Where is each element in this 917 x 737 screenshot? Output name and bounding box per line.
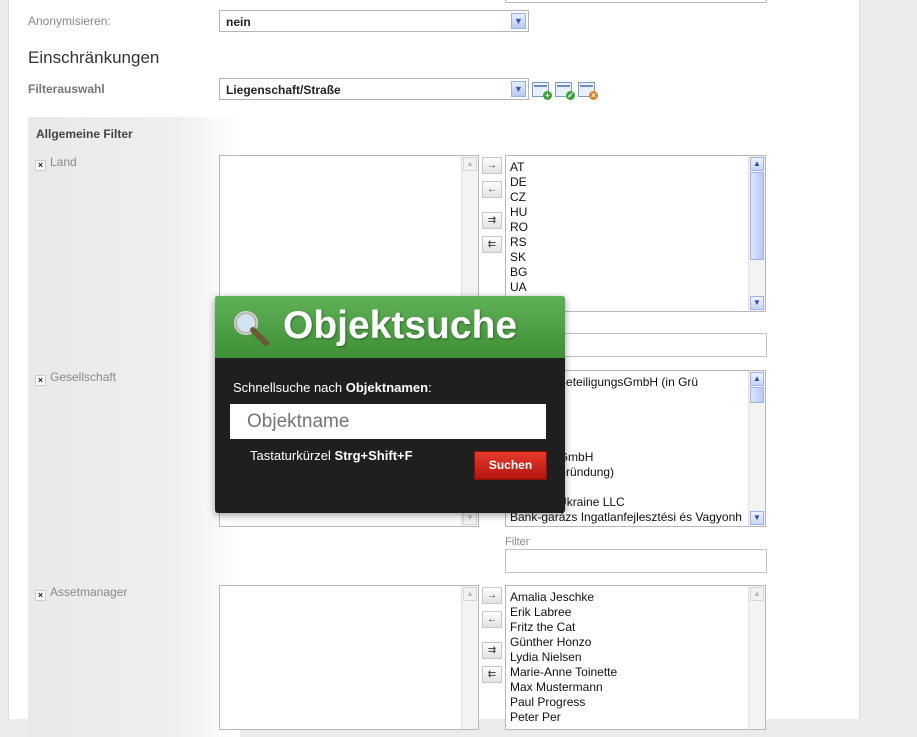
land-remove-button[interactable]: ← bbox=[482, 181, 502, 198]
scroll-down-icon[interactable]: ▼ bbox=[463, 511, 477, 525]
section-title: Einschränkungen bbox=[28, 48, 160, 67]
list-item[interactable]: Erik Labree bbox=[510, 605, 747, 620]
chevron-down-icon[interactable]: ▼ bbox=[511, 13, 526, 29]
shortcut-prefix: Tastaturkürzel bbox=[250, 448, 335, 463]
list-item[interactable]: RS bbox=[510, 235, 747, 250]
list-item[interactable]: SK bbox=[510, 250, 747, 265]
land-label: Land bbox=[50, 155, 77, 169]
assetmanager-remove-all-button[interactable]: ⇇ bbox=[482, 666, 502, 683]
object-search-dialog: Objektsuche Schnellsuche nach Objektname… bbox=[215, 296, 565, 513]
scroll-up-icon[interactable]: ▲ bbox=[463, 157, 477, 171]
list-item[interactable]: Max Mustermann bbox=[510, 680, 747, 695]
list-item[interactable]: Lydia Nielsen bbox=[510, 650, 747, 665]
previous-field-input[interactable] bbox=[505, 0, 767, 3]
dialog-title: Objektsuche bbox=[283, 304, 518, 347]
anonymize-select[interactable]: nein ▼ bbox=[219, 10, 529, 32]
assetmanager-remove-button[interactable]: ← bbox=[482, 611, 502, 628]
save-filter-icon[interactable]: ✓ bbox=[555, 82, 575, 100]
shortcut-keys: Strg+Shift+F bbox=[334, 448, 413, 463]
list-item[interactable]: Marie-Anne Toinette bbox=[510, 665, 747, 680]
list-item[interactable]: Fritz the Cat bbox=[510, 620, 747, 635]
general-filter-title: Allgemeine Filter bbox=[36, 127, 133, 141]
scrollbar[interactable]: ▲ bbox=[748, 586, 765, 729]
gesellschaft-filter-input[interactable] bbox=[505, 549, 767, 573]
assetmanager-label: Assetmanager bbox=[50, 585, 128, 599]
filter-select-label: Filterauswahl bbox=[28, 82, 105, 96]
magnifier-icon bbox=[234, 311, 269, 346]
scroll-up-icon[interactable]: ▲ bbox=[750, 587, 764, 601]
list-item[interactable]: RO bbox=[510, 220, 747, 235]
land-add-button[interactable]: → bbox=[482, 157, 502, 174]
gesellschaft-filter-label: Filter bbox=[505, 536, 530, 548]
description-suffix: : bbox=[428, 380, 432, 395]
dialog-header: Objektsuche bbox=[215, 296, 565, 358]
remove-filter-assetmanager-icon[interactable]: × bbox=[35, 590, 46, 601]
general-filter-panel bbox=[28, 117, 240, 737]
assetmanager-add-button[interactable]: → bbox=[482, 587, 502, 604]
dialog-description: Schnellsuche nach Objektnamen: bbox=[233, 380, 432, 395]
remove-filter-land-icon[interactable]: × bbox=[35, 160, 46, 171]
list-item[interactable]: CZ bbox=[510, 190, 747, 205]
land-available-list[interactable]: AT DE CZ HU RO RS SK BG UA ▲ ▼ bbox=[505, 155, 766, 312]
scrollbar[interactable]: ▲ bbox=[461, 586, 478, 729]
scroll-down-icon[interactable]: ▼ bbox=[750, 511, 764, 525]
list-item[interactable]: Günther Honzo bbox=[510, 635, 747, 650]
scroll-down-icon[interactable]: ▼ bbox=[750, 296, 764, 310]
assetmanager-add-all-button[interactable]: ⇉ bbox=[482, 642, 502, 659]
anonymize-select-value: nein bbox=[226, 15, 251, 29]
list-item[interactable]: BG bbox=[510, 265, 747, 280]
list-item[interactable]: HU bbox=[510, 205, 747, 220]
land-selected-list[interactable]: ▲ bbox=[219, 155, 479, 312]
description-bold: Objektnamen bbox=[345, 380, 429, 395]
add-filter-icon[interactable]: + bbox=[532, 82, 552, 100]
list-item[interactable]: Peter Per bbox=[510, 710, 747, 725]
filter-select-value: Liegenschaft/Straße bbox=[226, 83, 341, 97]
scrollbar[interactable]: ▲ ▼ bbox=[748, 156, 765, 311]
chevron-down-icon[interactable]: ▼ bbox=[511, 81, 526, 97]
scroll-thumb[interactable] bbox=[750, 172, 764, 260]
land-add-all-button[interactable]: ⇉ bbox=[482, 212, 502, 229]
list-item[interactable]: Paul Progress bbox=[510, 695, 747, 710]
anonymize-label: Anonymisieren: bbox=[28, 14, 111, 28]
list-item[interactable]: UA bbox=[510, 280, 747, 295]
object-name-input[interactable] bbox=[230, 404, 546, 439]
scroll-up-icon[interactable]: ▲ bbox=[750, 157, 764, 171]
delete-filter-icon[interactable]: × bbox=[578, 82, 598, 100]
scroll-thumb[interactable] bbox=[750, 387, 764, 403]
filter-select[interactable]: Liegenschaft/Straße ▼ bbox=[219, 78, 529, 100]
scrollbar[interactable]: ▲ ▼ bbox=[748, 371, 765, 526]
list-item[interactable]: DE bbox=[510, 175, 747, 190]
scroll-up-icon[interactable]: ▲ bbox=[750, 372, 764, 386]
description-prefix: Schnellsuche nach bbox=[233, 380, 346, 395]
list-item[interactable]: AT bbox=[510, 160, 747, 175]
assetmanager-available-list[interactable]: Amalia Jeschke Erik Labree Fritz the Cat… bbox=[505, 585, 766, 730]
land-remove-all-button[interactable]: ⇇ bbox=[482, 236, 502, 253]
search-button[interactable]: Suchen bbox=[474, 451, 547, 480]
remove-filter-gesellschaft-icon[interactable]: × bbox=[35, 375, 46, 386]
list-item[interactable]: Amalia Jeschke bbox=[510, 590, 747, 605]
assetmanager-selected-list[interactable]: ▲ bbox=[219, 585, 479, 730]
gesellschaft-label: Gesellschaft bbox=[50, 370, 117, 384]
scrollbar[interactable]: ▲ bbox=[461, 156, 478, 311]
scroll-up-icon[interactable]: ▲ bbox=[463, 587, 477, 601]
shortcut-hint: Tastaturkürzel Strg+Shift+F bbox=[250, 448, 413, 463]
